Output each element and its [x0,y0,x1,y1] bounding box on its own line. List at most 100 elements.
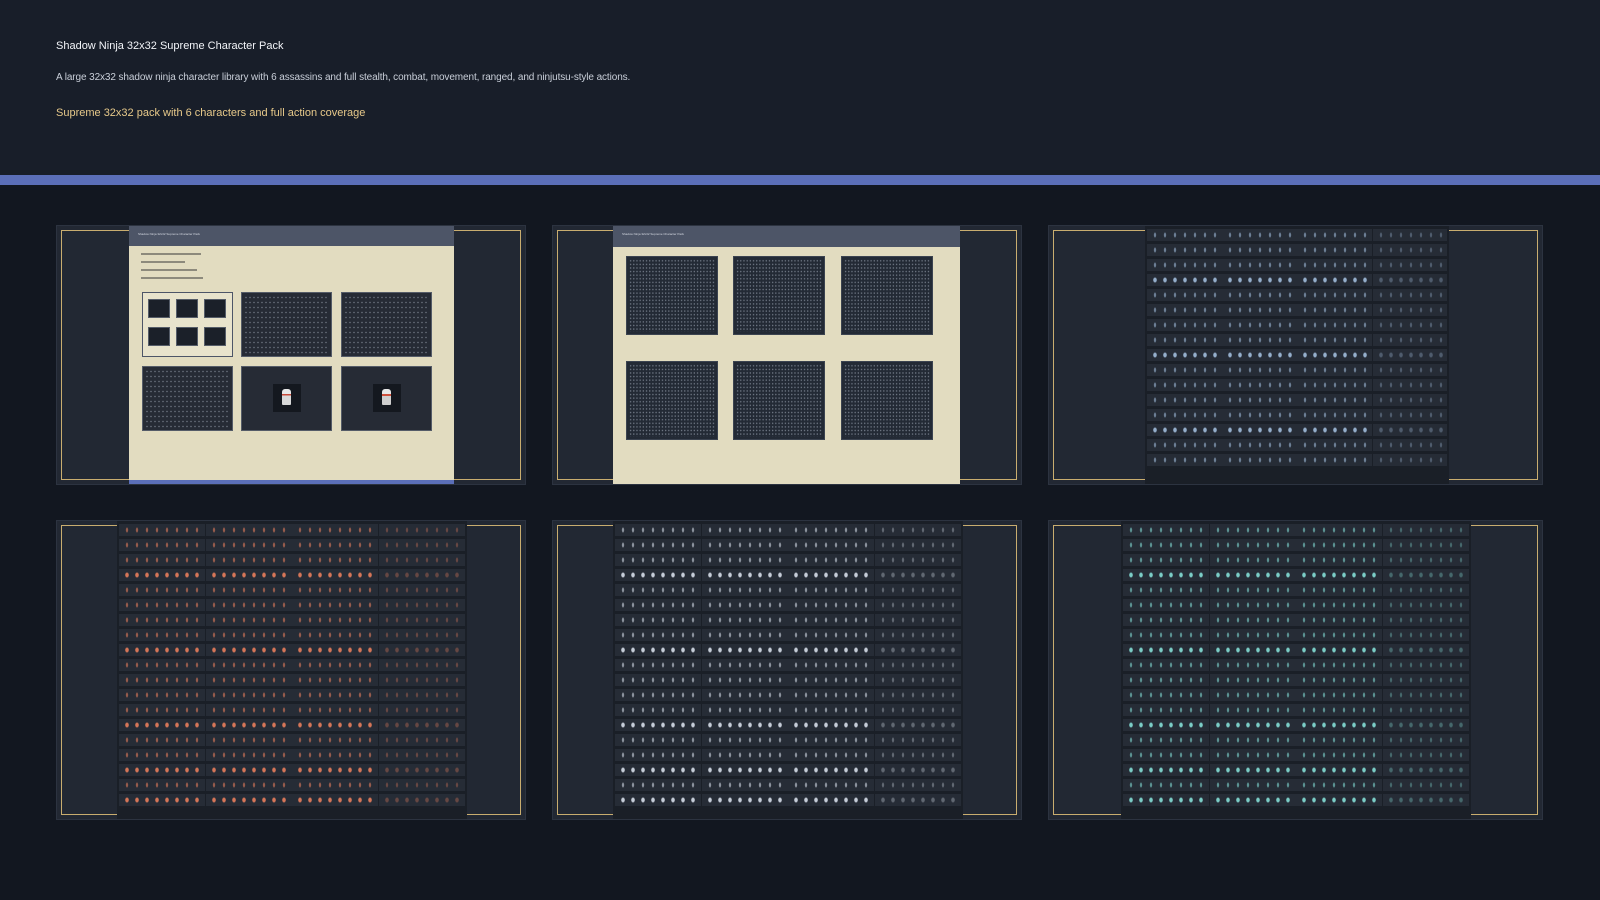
sprite-row [205,764,292,776]
sprite-row [1209,719,1296,731]
sprite-row [701,734,788,746]
sprite-row [205,569,292,581]
sprite-row [1222,319,1297,331]
sprite-row [119,524,205,536]
sprite-row [1296,524,1383,536]
sprite-row [1296,629,1383,641]
character-grid-preview: Shadow Ninja 32x32 Supreme Character Pac… [613,226,960,484]
sprite-row [1383,629,1470,641]
sprite-row [1209,704,1296,716]
sprite-row [1383,584,1470,596]
sprite-row [615,794,701,806]
sprite-row [875,644,962,656]
sprite-row [292,599,379,611]
sprite-row [205,734,292,746]
sprite-row [1209,539,1296,551]
preview-card-sheet-red[interactable] [56,520,526,820]
sprite-row [379,719,466,731]
sprite-row [701,659,788,671]
preview-thumbnail-ninja [341,366,432,431]
sprite-row [292,794,379,806]
sprite-row [1296,764,1383,776]
sprite-row [379,674,466,686]
sprite-row [1123,584,1209,596]
sprite-row [1209,674,1296,686]
sprite-row [1383,734,1470,746]
sprite-row [1383,614,1470,626]
sprite-row [1372,454,1448,466]
sprite-sheet-preview [613,521,963,819]
sprite-row [701,674,788,686]
preview-card-sheet-teal[interactable] [1048,520,1543,820]
sprite-row [1383,599,1470,611]
sprite-row [788,704,875,716]
preview-card-sheet-blue[interactable] [1048,225,1543,485]
sprite-row [1209,794,1296,806]
sprite-row [379,749,466,761]
sprite-row [875,734,962,746]
sprite-row [1372,274,1448,286]
sprite-row [1372,229,1448,241]
preview-note [141,253,201,255]
sprite-row [119,539,205,551]
sprite-row [379,569,466,581]
preview-card-overview[interactable]: Shadow Ninja 32x32 Supreme Character Pac… [56,225,526,485]
sprite-row [788,779,875,791]
sprite-row [1123,704,1209,716]
sprite-row [205,524,292,536]
sprite-row [119,584,205,596]
sprite-row [1296,659,1383,671]
sprite-row [875,614,962,626]
sprite-row [1296,539,1383,551]
sprite-row [1372,349,1448,361]
sprite-row [875,524,962,536]
sprite-row [615,779,701,791]
sprite-row [119,644,205,656]
preview-card-sheet-gray[interactable] [552,520,1022,820]
sprite-row [701,569,788,581]
sprite-row [119,749,205,761]
sprite-row [1383,779,1470,791]
sprite-row [1209,749,1296,761]
sprite-row [205,629,292,641]
sprite-row [1222,364,1297,376]
sprite-row [1296,794,1383,806]
sprite-row [1297,379,1372,391]
sprite-row [292,614,379,626]
character-thumbnail [841,256,933,335]
sprite-row [205,539,292,551]
sprite-row [1222,244,1297,256]
sprite-row [1222,274,1297,286]
sprite-row [788,734,875,746]
preview-card-characters[interactable]: Shadow Ninja 32x32 Supreme Character Pac… [552,225,1022,485]
sprite-row [875,704,962,716]
sprite-row [1147,439,1222,451]
sprite-row [1147,364,1222,376]
sprite-row [788,584,875,596]
sprite-row [1123,719,1209,731]
sprite-row [875,674,962,686]
sprite-row [1372,364,1448,376]
sprite-row [615,629,701,641]
sprite-row [875,599,962,611]
sprite-row [205,749,292,761]
sprite-row [701,749,788,761]
sprite-row [875,779,962,791]
sprite-row [615,749,701,761]
sprite-row [875,569,962,581]
sprite-row [1383,644,1470,656]
sprite-row [1209,659,1296,671]
sprite-row [1209,644,1296,656]
preview-thumbnail-sheet [241,292,332,357]
sprite-row [379,734,466,746]
sprite-row [1147,244,1222,256]
sprite-row [119,674,205,686]
sprite-row [788,749,875,761]
sprite-row [292,659,379,671]
sprite-row [205,659,292,671]
sprite-row [119,734,205,746]
sprite-row [1147,274,1222,286]
overview-preview: Shadow Ninja 32x32 Supreme Character Pac… [129,226,454,484]
sprite-row [119,689,205,701]
sprite-row [119,659,205,671]
